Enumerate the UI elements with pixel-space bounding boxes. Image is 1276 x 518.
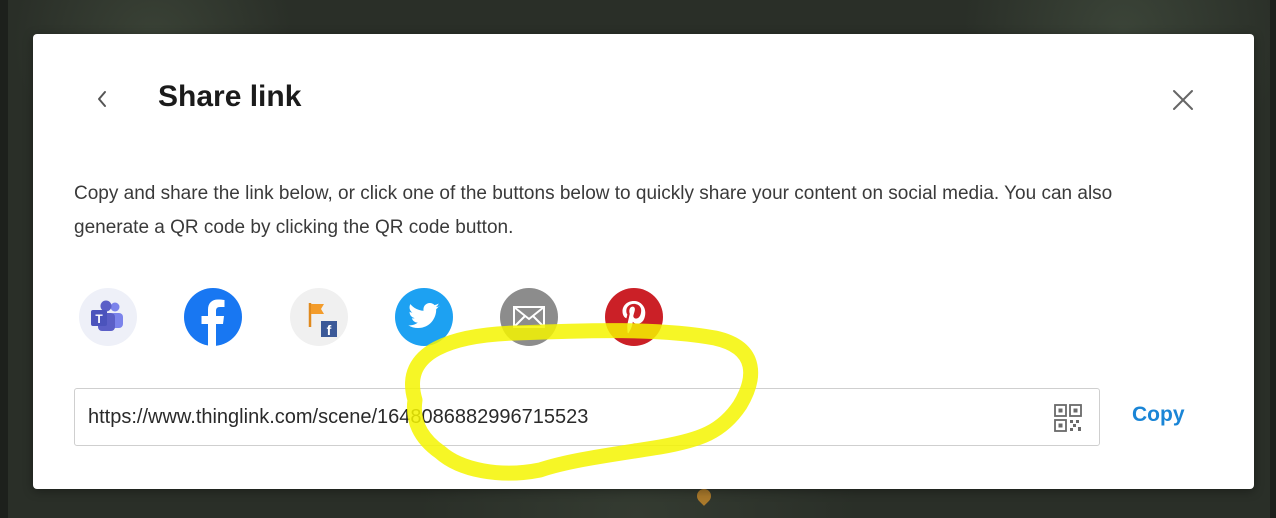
share-link-dialog: Share link Copy and share the link below… [33, 34, 1254, 489]
share-facebook-button[interactable] [184, 288, 242, 346]
share-url-input[interactable] [75, 389, 1035, 445]
back-button[interactable] [89, 84, 115, 114]
pinterest-icon [622, 301, 646, 334]
twitter-icon [408, 302, 440, 329]
share-pinterest-button[interactable] [605, 288, 663, 346]
share-url-field [74, 388, 1100, 446]
backdrop-edge-right [1270, 0, 1276, 518]
facebook-icon [201, 299, 225, 346]
svg-text:f: f [327, 322, 332, 338]
close-button[interactable] [1168, 85, 1198, 115]
share-workplace-button[interactable]: f [290, 288, 348, 346]
qr-code-button[interactable] [1051, 401, 1085, 435]
dialog-description: Copy and share the link below, or click … [74, 183, 1113, 238]
svg-text:T: T [95, 312, 103, 326]
teams-icon: T [91, 300, 123, 331]
dialog-title: Share link [158, 80, 302, 113]
share-twitter-button[interactable] [395, 288, 453, 346]
backdrop-edge-left [0, 0, 8, 518]
close-icon [1173, 90, 1193, 110]
share-email-button[interactable] [500, 288, 558, 346]
chevron-left-icon [98, 91, 106, 107]
share-teams-button[interactable]: T [79, 288, 137, 346]
workplace-flag-icon: f [308, 303, 337, 338]
map-pin-icon [694, 486, 714, 506]
copy-link-button[interactable]: Copy [1132, 403, 1185, 427]
qr-code-icon [1054, 404, 1082, 432]
email-icon [513, 306, 545, 328]
